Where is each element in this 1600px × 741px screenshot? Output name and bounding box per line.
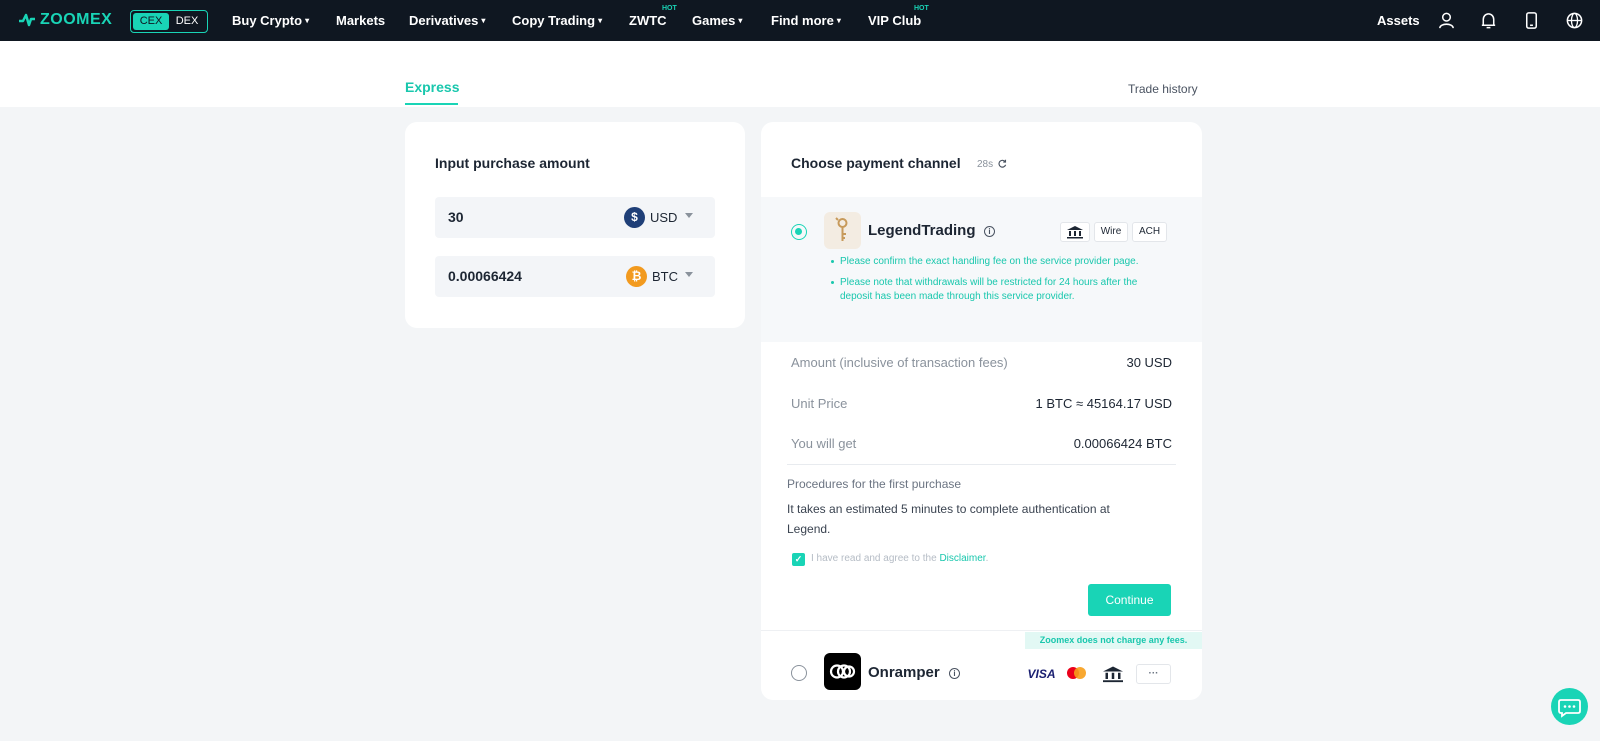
chevron-down-icon: ▾ — [738, 16, 743, 25]
globe-icon[interactable] — [1565, 11, 1584, 30]
chevron-down-icon: ▾ — [598, 16, 603, 25]
nav-copy-trading-label: Copy Trading — [512, 13, 596, 28]
payment-channel-card: Choose payment channel 28s LegendTrading… — [761, 122, 1202, 700]
purchase-amount-card: Input purchase amount 30 $ USD 0.0006642… — [405, 122, 745, 328]
ach-tag: ACH — [1132, 222, 1167, 242]
fiat-amount-value[interactable]: 30 — [448, 209, 464, 225]
nav-assets[interactable]: Assets — [1377, 0, 1420, 41]
usd-coin-icon: $ — [624, 207, 645, 228]
refresh-icon[interactable] — [998, 159, 1007, 168]
provider-radio-selected[interactable] — [791, 224, 807, 240]
more-methods-icon[interactable]: ··· — [1136, 664, 1171, 684]
cex-option[interactable]: CEX — [133, 13, 169, 30]
procedures-title: Procedures for the first purchase — [787, 477, 962, 491]
support-chat-button[interactable] — [1551, 688, 1588, 725]
trade-history-link[interactable]: Trade history — [1128, 82, 1198, 96]
amount-value: 30 USD — [1126, 355, 1172, 370]
crypto-amount-field[interactable]: 0.00066424 ₿ BTC — [435, 256, 715, 297]
chevron-down-icon: ▾ — [836, 16, 841, 25]
timer-value: 28s — [977, 159, 994, 170]
nav-zwtc-label: ZWTC — [629, 13, 667, 28]
active-tab-indicator — [405, 103, 458, 105]
chevron-down-icon: ▾ — [481, 16, 486, 25]
visa-icon: VISA — [1027, 667, 1056, 681]
logo-mark-icon — [19, 13, 35, 27]
legendtrading-logo — [824, 212, 861, 249]
wire-tag: Wire — [1094, 222, 1128, 242]
nav-zwtc[interactable]: ZWTC — [629, 0, 667, 41]
nav-derivatives-label: Derivatives — [409, 13, 479, 28]
procedures-text: It takes an estimated 5 minutes to compl… — [787, 502, 1110, 536]
unit-price-value: 1 BTC ≈ 45164.17 USD — [1035, 396, 1172, 411]
provider-notes: Please confirm the exact handling fee on… — [831, 255, 1140, 311]
provider-name: LegendTrading — [868, 222, 976, 239]
nav-buy-crypto-label: Buy Crypto — [232, 13, 303, 28]
fiat-currency-select[interactable]: USD — [650, 210, 677, 225]
nav-buy-crypto[interactable]: Buy Crypto ▾ — [232, 0, 309, 41]
continue-button[interactable]: Continue — [1088, 584, 1171, 616]
nav-games-label: Games — [692, 13, 736, 28]
note-withdrawal-restriction: Please note that withdrawals will be res… — [831, 276, 1140, 304]
quote-timer: 28s — [977, 159, 1007, 170]
agree-end: . — [985, 553, 989, 564]
caret-down-icon[interactable] — [685, 213, 693, 218]
info-icon[interactable]: i — [984, 226, 995, 237]
unit-price-label: Unit Price — [791, 396, 848, 411]
nav-games[interactable]: Games ▾ — [692, 0, 742, 41]
provider-name: Onramper — [868, 664, 940, 681]
disclaimer-checkbox[interactable]: ✓ — [792, 553, 805, 566]
note-handling-fee: Please confirm the exact handling fee on… — [831, 256, 1139, 267]
chat-icon — [1558, 699, 1581, 718]
mastercard-icon — [1061, 664, 1091, 684]
hot-badge: HOT — [662, 5, 677, 12]
onramper-logo — [824, 653, 861, 690]
zoomex-logo[interactable]: ZOOMEX — [18, 11, 112, 29]
fiat-amount-field[interactable]: 30 $ USD — [435, 197, 715, 238]
phone-icon[interactable] — [1522, 11, 1541, 30]
nav-assets-label: Assets — [1377, 13, 1420, 28]
amount-label: Amount (inclusive of transaction fees) — [791, 355, 1008, 370]
crypto-amount-value[interactable]: 0.00066424 — [448, 268, 522, 284]
caret-down-icon[interactable] — [685, 272, 693, 277]
top-nav: ZOOMEX CEX DEX Buy Crypto ▾ Markets Deriv… — [0, 0, 1600, 41]
agree-text: I have read and agree to the — [811, 553, 940, 564]
nav-find-more-label: Find more — [771, 13, 834, 28]
hot-badge: HOT — [914, 5, 929, 12]
purchase-amount-title: Input purchase amount — [435, 155, 590, 171]
divider — [787, 464, 1176, 465]
key-icon — [835, 217, 848, 241]
cex-dex-switch[interactable]: CEX DEX — [130, 10, 208, 33]
nav-markets[interactable]: Markets — [336, 0, 385, 41]
payment-channel-title: Choose payment channel — [791, 155, 961, 171]
bank-transfer-icon — [1060, 222, 1090, 242]
logo-text: ZOOMEX — [40, 11, 113, 28]
provider-radio[interactable] — [791, 665, 807, 681]
nav-markets-label: Markets — [336, 13, 386, 28]
user-icon[interactable] — [1437, 11, 1456, 30]
nav-derivatives[interactable]: Derivatives ▾ — [409, 0, 485, 41]
info-icon[interactable]: i — [949, 668, 960, 679]
chevron-down-icon: ▾ — [305, 16, 310, 25]
you-will-get-label: You will get — [791, 436, 857, 451]
provider-option-onramper[interactable]: Onramper i VISA ··· — [761, 631, 1202, 700]
dex-option[interactable]: DEX — [169, 13, 205, 30]
page-header: Express Trade history — [0, 41, 1600, 107]
nav-copy-trading[interactable]: Copy Trading ▾ — [512, 0, 602, 41]
nav-vip-club-label: VIP Club — [868, 13, 922, 28]
bell-icon[interactable] — [1479, 11, 1498, 30]
tab-express[interactable]: Express — [405, 79, 459, 95]
bank-transfer-icon — [1099, 664, 1127, 684]
disclaimer-link[interactable]: Disclaimer — [939, 553, 985, 564]
crypto-currency-select[interactable]: BTC — [652, 269, 678, 284]
onramper-mark-icon — [829, 664, 856, 679]
btc-coin-icon: ₿ — [626, 266, 647, 287]
you-will-get-value: 0.00066424 BTC — [1073, 436, 1172, 451]
nav-find-more[interactable]: Find more ▾ — [771, 0, 841, 41]
disclaimer-agreement: I have read and agree to the Disclaimer. — [811, 553, 988, 564]
